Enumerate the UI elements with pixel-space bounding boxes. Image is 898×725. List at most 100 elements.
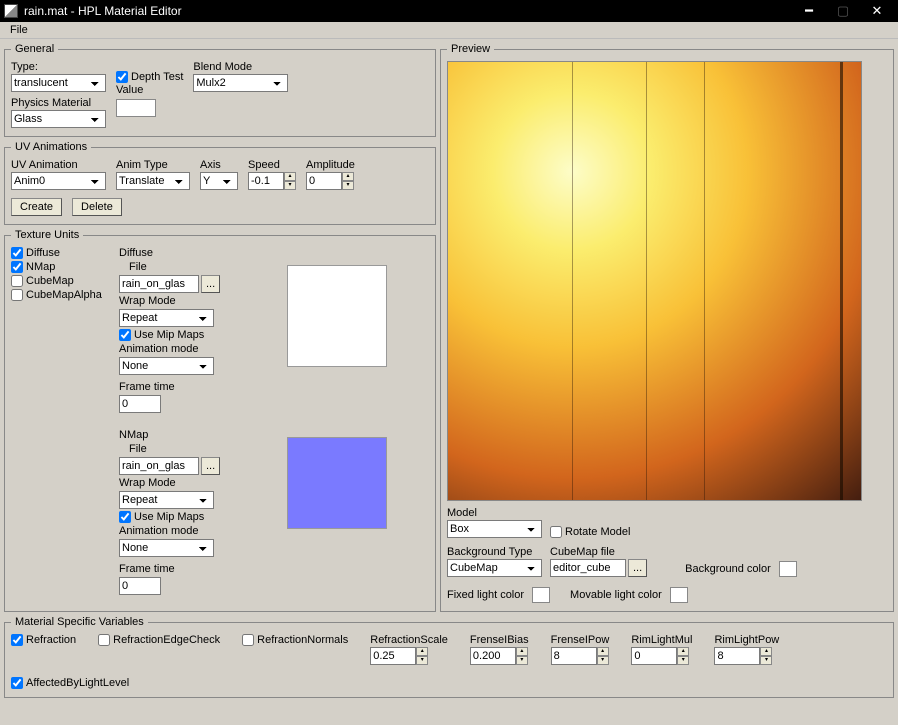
spin-down-icon[interactable]: ▾ — [416, 656, 428, 665]
menu-file[interactable]: File — [4, 22, 34, 38]
nmap-title: NMap — [119, 429, 279, 441]
spin-down-icon[interactable]: ▾ — [597, 656, 609, 665]
frenselbias-input[interactable] — [470, 647, 516, 665]
refscale-input[interactable] — [370, 647, 416, 665]
diffuse-animmode-label: Animation mode — [119, 343, 279, 355]
maximize-button[interactable]: ▢ — [826, 0, 860, 22]
diffuse-browse-button[interactable]: ... — [201, 275, 220, 293]
delete-button[interactable]: Delete — [72, 198, 122, 216]
matvars-legend: Material Specific Variables — [11, 616, 148, 628]
rimmul-stepper[interactable]: ▴▾ — [631, 647, 692, 665]
model-label: Model — [447, 507, 542, 519]
rotate-model-checkbox[interactable] — [550, 526, 562, 538]
nmap-browse-button[interactable]: ... — [201, 457, 220, 475]
diffuse-file-input[interactable] — [119, 275, 199, 293]
texunits-legend: Texture Units — [11, 229, 83, 241]
diffuse-checkbox[interactable] — [11, 247, 23, 259]
title-text: rain.mat - HPL Material Editor — [24, 4, 182, 18]
nmap-animmode-select[interactable]: None — [119, 539, 214, 557]
fixedlight-swatch[interactable] — [532, 587, 550, 603]
spin-up-icon[interactable]: ▴ — [516, 647, 528, 656]
nmap-mipmaps-checkbox[interactable] — [119, 511, 131, 523]
speed-input[interactable] — [248, 172, 284, 190]
diffuse-mip-label: Use Mip Maps — [134, 329, 204, 341]
uvanim-group: UV Animations UV Animation Anim0 Anim Ty… — [4, 141, 436, 225]
physmat-label: Physics Material — [11, 97, 106, 109]
rimmul-input[interactable] — [631, 647, 677, 665]
depth-value-input[interactable] — [116, 99, 156, 117]
create-button[interactable]: Create — [11, 198, 62, 216]
general-legend: General — [11, 43, 58, 55]
spin-up-icon[interactable]: ▴ — [416, 647, 428, 656]
refscale-stepper[interactable]: ▴▾ — [370, 647, 448, 665]
preview-viewport[interactable] — [447, 61, 862, 501]
matvars-group: Material Specific Variables Refraction R… — [4, 616, 894, 698]
blend-select[interactable]: Mulx2 — [193, 74, 288, 92]
speed-stepper[interactable]: ▴▾ — [248, 172, 296, 190]
model-select[interactable]: Box — [447, 520, 542, 538]
nmap-frametime-input[interactable] — [119, 577, 161, 595]
cubemap-checkbox[interactable] — [11, 275, 23, 287]
nmap-checkbox[interactable] — [11, 261, 23, 273]
diffuse-title: Diffuse — [119, 247, 279, 259]
amplitude-input[interactable] — [306, 172, 342, 190]
frenselbias-stepper[interactable]: ▴▾ — [470, 647, 529, 665]
depth-test-label: Depth Test — [131, 71, 183, 83]
depth-test-checkbox[interactable] — [116, 71, 128, 83]
affectedbylight-checkbox[interactable] — [11, 677, 23, 689]
nmap-wrap-select[interactable]: Repeat — [119, 491, 214, 509]
movablelight-label: Movable light color — [570, 589, 662, 601]
rimpow-stepper[interactable]: ▴▾ — [714, 647, 779, 665]
spin-down-icon[interactable]: ▾ — [677, 656, 689, 665]
cubefile-input[interactable] — [550, 559, 626, 577]
amplitude-label: Amplitude — [306, 159, 355, 171]
nmap-file-label: File — [119, 443, 279, 455]
animtype-select[interactable]: Translate — [116, 172, 190, 190]
spin-down-icon[interactable]: ▾ — [284, 181, 296, 190]
diffuse-mipmaps-checkbox[interactable] — [119, 329, 131, 341]
amplitude-stepper[interactable]: ▴▾ — [306, 172, 355, 190]
uvanim-select[interactable]: Anim0 — [11, 172, 106, 190]
diffuse-animmode-select[interactable]: None — [119, 357, 214, 375]
refraction-checkbox[interactable] — [11, 634, 23, 646]
physmat-select[interactable]: Glass — [11, 110, 106, 128]
spin-up-icon[interactable]: ▴ — [284, 172, 296, 181]
rimpow-input[interactable] — [714, 647, 760, 665]
animtype-label: Anim Type — [116, 159, 190, 171]
nmap-file-input[interactable] — [119, 457, 199, 475]
spin-down-icon[interactable]: ▾ — [516, 656, 528, 665]
spin-up-icon[interactable]: ▴ — [342, 172, 354, 181]
axis-label: Axis — [200, 159, 238, 171]
bgtype-select[interactable]: CubeMap — [447, 559, 542, 577]
rotate-label: Rotate Model — [565, 526, 630, 538]
spin-down-icon[interactable]: ▾ — [342, 181, 354, 190]
refraction-label: Refraction — [26, 634, 76, 646]
bgcolor-swatch[interactable] — [779, 561, 797, 577]
diffuse-wrap-label: Wrap Mode — [119, 295, 279, 307]
nmap-check-label: NMap — [26, 261, 55, 273]
fixedlight-label: Fixed light color — [447, 589, 524, 601]
spin-up-icon[interactable]: ▴ — [677, 647, 689, 656]
edgecheck-label: RefractionEdgeCheck — [113, 634, 220, 646]
spin-up-icon[interactable]: ▴ — [760, 647, 772, 656]
axis-select[interactable]: Y — [200, 172, 238, 190]
uvanim-legend: UV Animations — [11, 141, 91, 153]
type-label: Type: — [11, 61, 106, 73]
bgcolor-label: Background color — [685, 563, 771, 575]
app-icon — [4, 4, 18, 18]
movablelight-swatch[interactable] — [670, 587, 688, 603]
frenselpow-stepper[interactable]: ▴▾ — [551, 647, 610, 665]
type-select[interactable]: translucent — [11, 74, 106, 92]
close-button[interactable]: ✕ — [860, 0, 894, 22]
diffuse-frametime-input[interactable] — [119, 395, 161, 413]
spin-down-icon[interactable]: ▾ — [760, 656, 772, 665]
spin-up-icon[interactable]: ▴ — [597, 647, 609, 656]
frenselpow-input[interactable] — [551, 647, 597, 665]
edgecheck-checkbox[interactable] — [98, 634, 110, 646]
minimize-button[interactable]: ━ — [792, 0, 826, 22]
preview-legend: Preview — [447, 43, 494, 55]
cubemapalpha-checkbox[interactable] — [11, 289, 23, 301]
cubefile-browse-button[interactable]: ... — [628, 559, 647, 577]
diffuse-wrap-select[interactable]: Repeat — [119, 309, 214, 327]
normals-checkbox[interactable] — [242, 634, 254, 646]
